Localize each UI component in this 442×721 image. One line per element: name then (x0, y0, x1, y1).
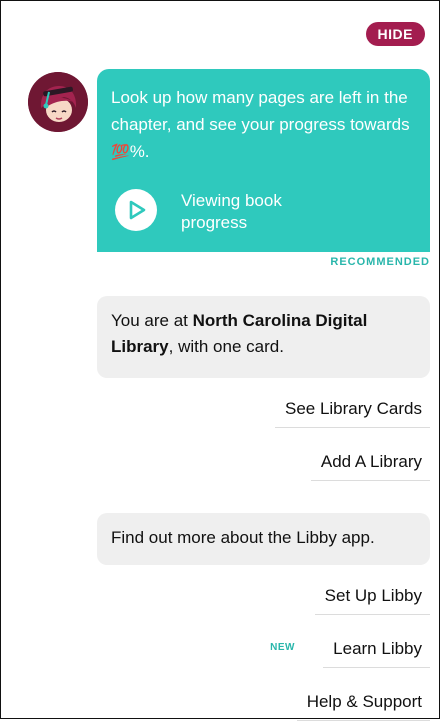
help-and-support-link[interactable]: Help & Support (296, 692, 430, 721)
libby-avatar-icon (28, 72, 88, 132)
viewing-book-progress-link[interactable]: Viewing book progress (181, 190, 331, 234)
hide-button[interactable]: HIDE (365, 22, 425, 46)
see-library-cards-link[interactable]: See Library Cards (274, 399, 430, 428)
set-up-libby-link[interactable]: Set Up Libby (314, 586, 430, 615)
learn-libby-link[interactable]: Learn Libby (323, 639, 430, 668)
about-libby-bubble: Find out more about the Libby app. (97, 513, 430, 565)
recommended-card: Look up how many pages are left in the c… (97, 69, 430, 252)
play-circle-icon[interactable] (115, 189, 157, 231)
library-info-bubble: You are at North Carolina Digital Librar… (97, 296, 430, 378)
recommended-tag: RECOMMENDED (330, 256, 430, 268)
new-badge: NEW (270, 642, 295, 653)
hundred-points-emoji: 💯 (111, 144, 130, 161)
add-a-library-link[interactable]: Add A Library (310, 452, 430, 481)
recommended-card-text: Look up how many pages are left in the c… (111, 88, 410, 161)
